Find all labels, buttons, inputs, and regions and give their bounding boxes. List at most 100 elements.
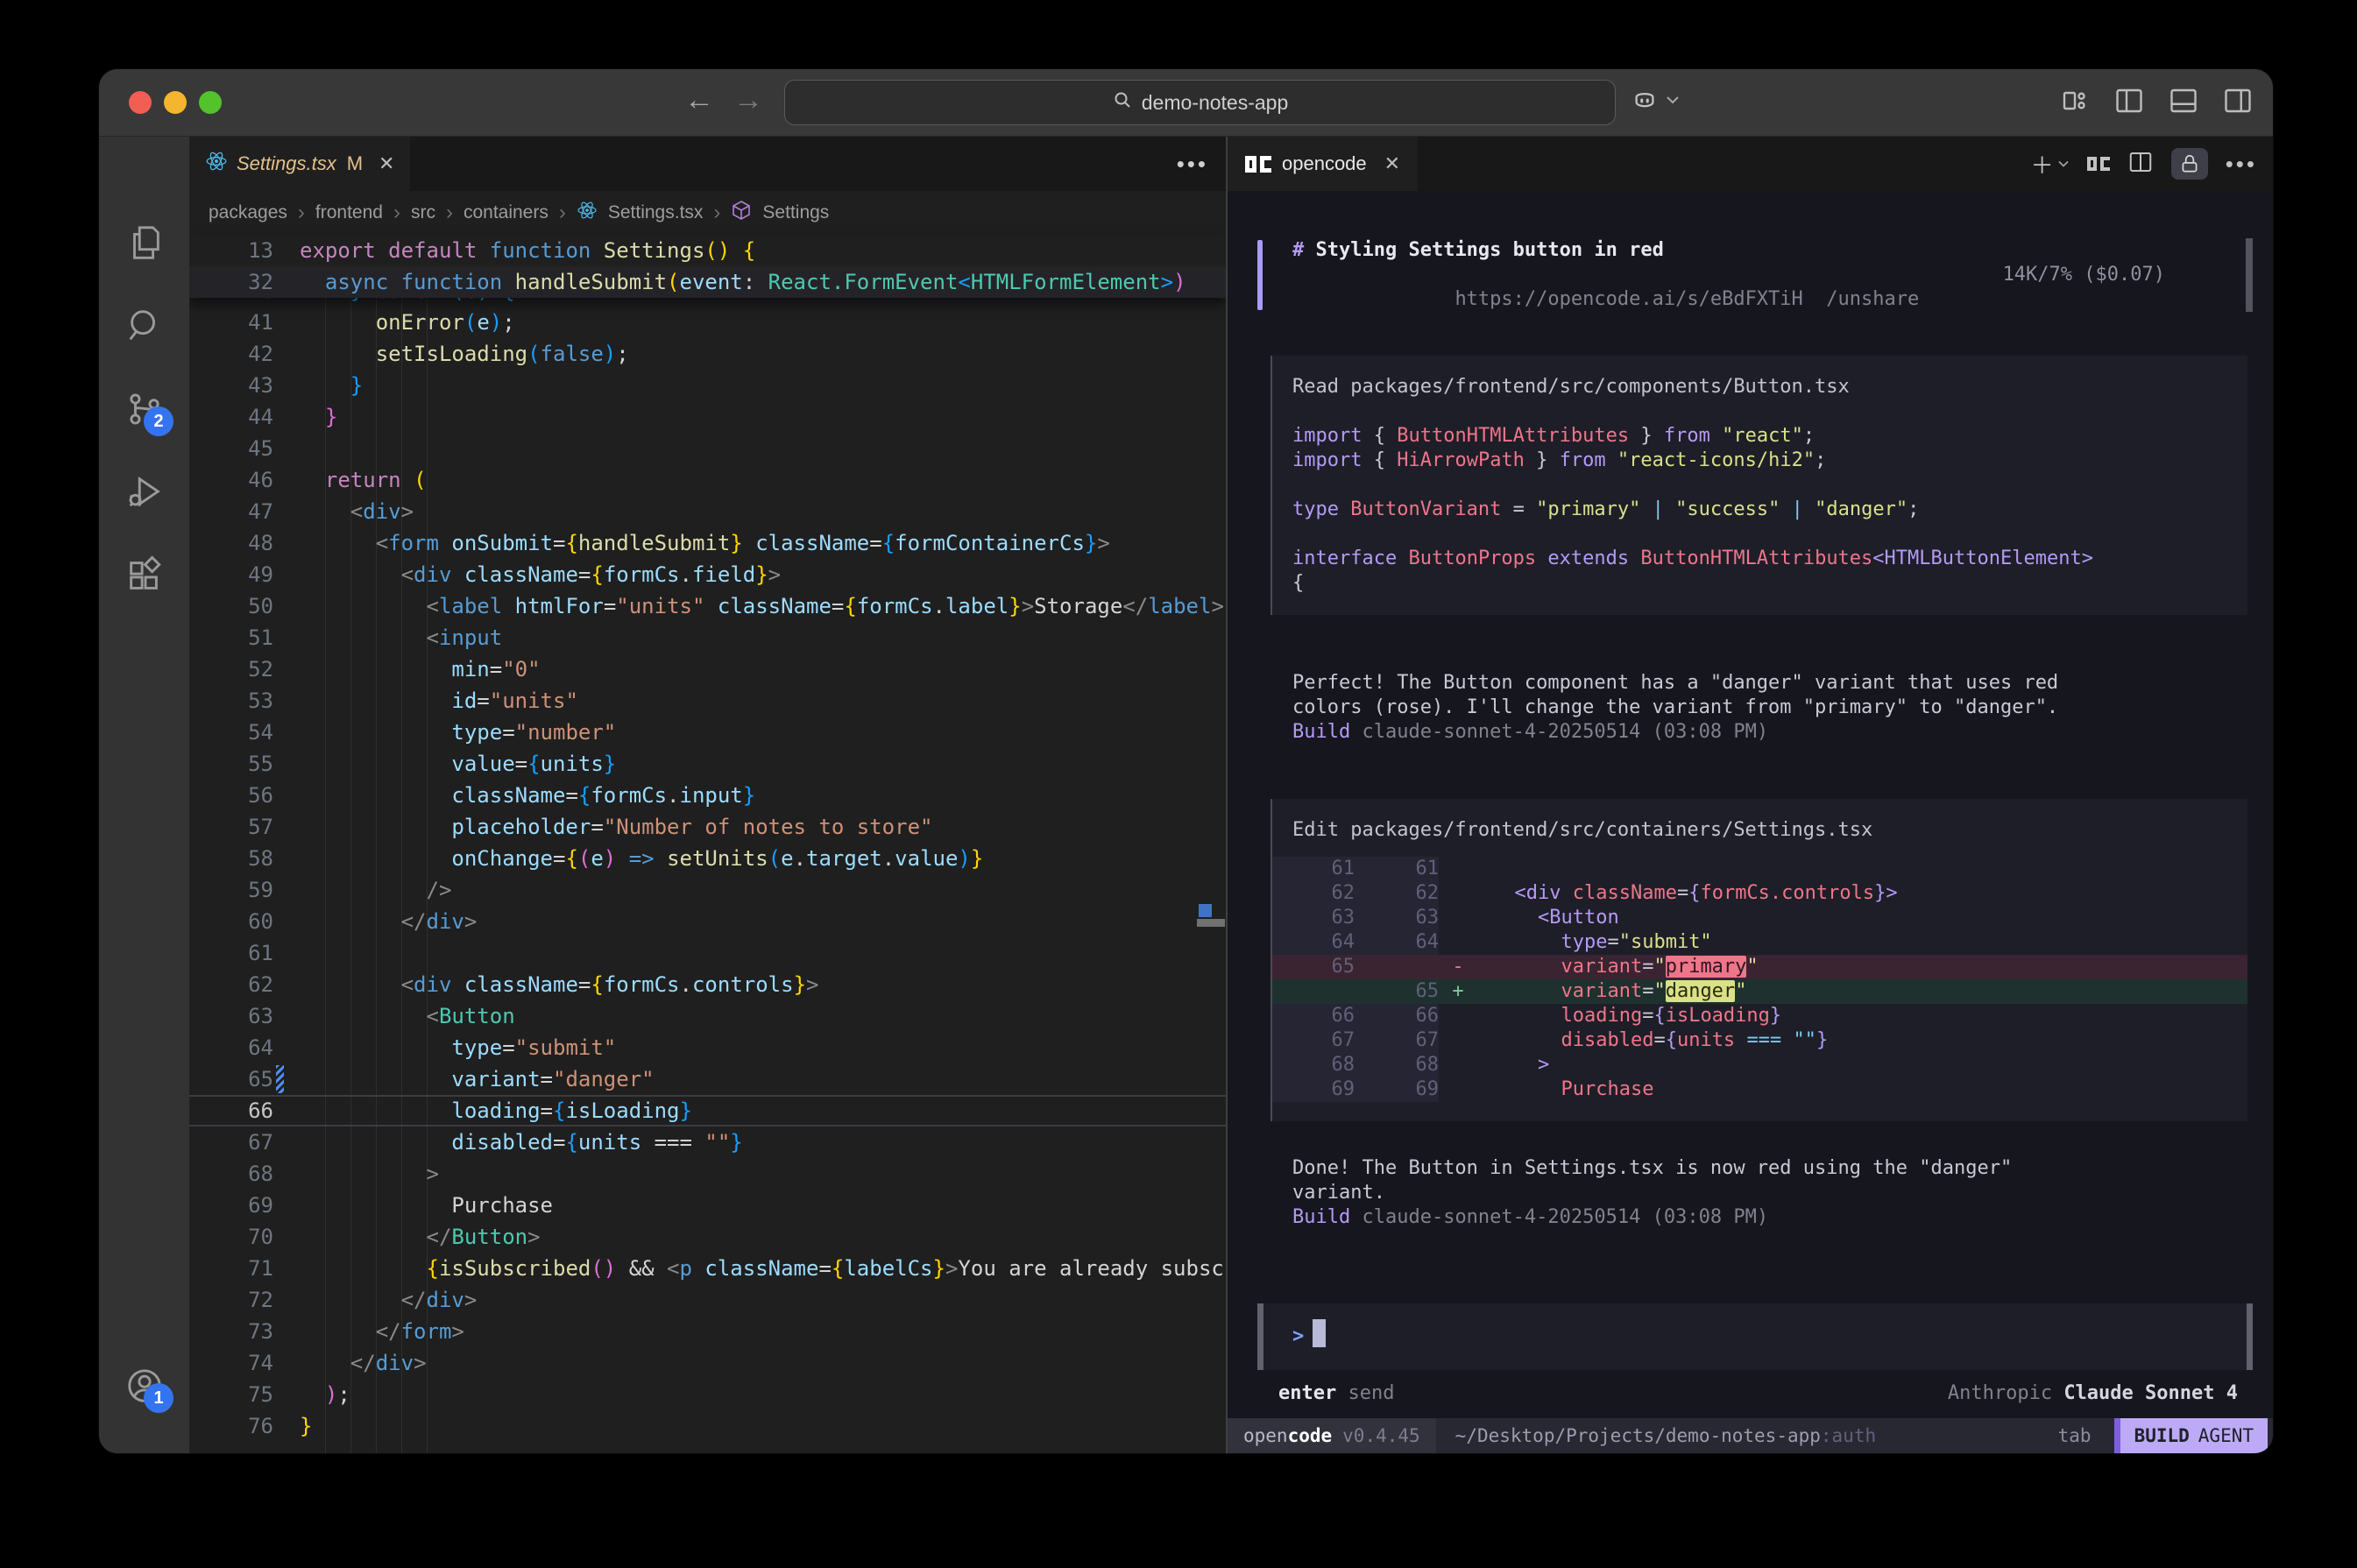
code-line: 73 </form> <box>189 1316 1226 1347</box>
breadcrumb-item[interactable]: Settings <box>762 202 829 223</box>
forward-icon[interactable]: → <box>733 83 763 117</box>
customize-layout-icon[interactable] <box>2059 85 2091 117</box>
session-title-hash: # <box>1292 239 1316 261</box>
breadcrumb-item[interactable]: packages <box>209 202 287 223</box>
split-terminal-icon[interactable] <box>2127 149 2154 180</box>
symbol-class-icon <box>731 200 752 226</box>
read-code-line: { <box>1272 571 2247 596</box>
code-line: 60 </div> <box>189 906 1226 937</box>
code-line: 53 id="units" <box>189 685 1226 717</box>
session-accent-bar <box>1257 240 1263 310</box>
panel-more-icon[interactable]: ••• <box>2226 151 2257 178</box>
code-line: 52 min="0" <box>189 653 1226 685</box>
editor-group: Settings.tsx M ✕ ••• packages› frontend›… <box>189 137 1228 1453</box>
tab-settings-tsx[interactable]: Settings.tsx M ✕ <box>189 137 410 191</box>
close-window-button[interactable] <box>129 91 152 114</box>
breadcrumb: packages› frontend› src› containers› Set… <box>189 191 1226 235</box>
enter-key-hint: enter <box>1278 1382 1336 1404</box>
settings-gear-icon[interactable]: ⚙ <box>124 1449 165 1454</box>
code-area[interactable]: 40 } catch (e) {41 onError(e);42 setIsLo… <box>189 298 1226 1453</box>
title-bar: ← → demo-notes-app <box>99 69 2273 137</box>
diff-row-ctx: 6969 Purchase <box>1272 1077 2247 1102</box>
code-line: 61 <box>189 937 1226 969</box>
opencode-terminal-profile-icon[interactable] <box>2087 157 2110 171</box>
editor-tab-bar: Settings.tsx M ✕ ••• <box>189 137 1226 191</box>
workspace-path: ~/Desktop/Projects/demo-notes-app:auth <box>1455 1425 1876 1446</box>
code-line: 42 setIsLoading(false); <box>189 338 1226 370</box>
toggle-primary-sidebar-icon[interactable] <box>2113 85 2145 117</box>
code-line: 68 > <box>189 1158 1226 1190</box>
send-hint: send <box>1336 1382 1394 1404</box>
code-line: 59 /> <box>189 874 1226 906</box>
code-line: 64 type="submit" <box>189 1032 1226 1063</box>
tab-opencode[interactable]: opencode ✕ <box>1228 137 1418 191</box>
tab-git-status: M <box>347 152 363 175</box>
read-code-line: type ButtonVariant = "primary" | "succes… <box>1272 498 2247 522</box>
accounts-icon[interactable]: 1 <box>124 1366 165 1406</box>
prompt-scrollbar-thumb[interactable] <box>2247 1303 2253 1370</box>
run-debug-icon[interactable] <box>124 472 165 512</box>
diff-row-ctx: 6262 <div className={formCs.controls}> <box>1272 881 2247 906</box>
unshare-command[interactable]: /unshare <box>1803 288 1919 310</box>
search-sidebar-icon[interactable] <box>124 306 165 346</box>
code-line: 74 </div> <box>189 1347 1226 1379</box>
source-control-icon[interactable]: 2 <box>124 389 165 429</box>
read-code-line: import { ButtonHTMLAttributes } from "re… <box>1272 424 2247 449</box>
code-line: 75 ); <box>189 1379 1226 1410</box>
agent-badge[interactable]: BUILDAGENT <box>2120 1418 2268 1453</box>
message-line: variant. <box>1292 1181 2273 1205</box>
build-meta: claude-sonnet-4-20250514 (03:08 PM) <box>1350 1206 1768 1228</box>
text-cursor <box>1313 1319 1326 1347</box>
code-line: 58 onChange={(e) => setUnits(e.target.va… <box>189 843 1226 874</box>
explorer-icon[interactable] <box>124 222 165 263</box>
new-terminal-button[interactable]: ＋ <box>2031 148 2070 180</box>
prompt-left-bar <box>1257 1303 1263 1370</box>
assistant-message: Perfect! The Button component has a "dan… <box>1292 671 2273 745</box>
search-placeholder: demo-notes-app <box>1142 91 1289 115</box>
diff-row-ctx: 6767 disabled={units === ""} <box>1272 1028 2247 1053</box>
command-center-search[interactable]: demo-notes-app <box>784 80 1616 125</box>
breadcrumb-item[interactable]: containers <box>464 202 549 223</box>
build-label: Build <box>1292 1206 1350 1228</box>
toggle-secondary-sidebar-icon[interactable] <box>2222 85 2254 117</box>
code-line: 67 disabled={units === ""} <box>189 1127 1226 1158</box>
terminal-scrollbar-thumb[interactable] <box>2246 238 2253 312</box>
model-label[interactable]: Claude Sonnet 4 <box>2063 1382 2238 1404</box>
accounts-badge: 1 <box>144 1383 173 1413</box>
diff-row-ctx: 6161 <box>1272 857 2247 881</box>
extensions-icon[interactable] <box>124 555 165 596</box>
editor-actions-more-icon[interactable]: ••• <box>1177 137 1208 191</box>
source-control-badge: 2 <box>144 406 173 436</box>
copilot-menu[interactable] <box>1631 87 1680 113</box>
provider-label: Anthropic <box>1948 1382 2063 1404</box>
breadcrumb-sep-icon: › <box>559 201 566 225</box>
panel-tab-label: opencode <box>1282 152 1367 175</box>
app-name: opencode <box>1243 1425 1332 1446</box>
opencode-terminal[interactable]: # Styling Settings button in red https:/… <box>1228 191 2273 1453</box>
search-icon <box>1112 89 1133 116</box>
diff-row-ctx: 6363 <Button <box>1272 906 2247 930</box>
minimize-window-button[interactable] <box>164 91 187 114</box>
breadcrumb-item[interactable]: Settings.tsx <box>608 202 704 223</box>
code-line: 63 <Button <box>189 1000 1226 1032</box>
tab-label: Settings.tsx <box>237 152 336 175</box>
zoom-window-button[interactable] <box>199 91 222 114</box>
sticky-scroll: 13export default function Settings() {32… <box>189 235 1226 298</box>
code-line: 51 <input <box>189 622 1226 653</box>
panel-tab-close-icon[interactable]: ✕ <box>1384 152 1400 175</box>
lock-terminal-icon[interactable] <box>2171 148 2208 180</box>
activity-bar: 2 1 ⚙ <box>99 137 189 1453</box>
code-line: 46 return ( <box>189 464 1226 496</box>
tab-close-icon[interactable]: ✕ <box>379 152 394 175</box>
code-line: 76} <box>189 1410 1226 1442</box>
tab-key-hint: tab <box>2058 1425 2092 1446</box>
breadcrumb-item[interactable]: src <box>411 202 435 223</box>
react-file-icon <box>205 150 228 178</box>
app-window: ← → demo-notes-app <box>98 68 2274 1454</box>
prompt-input[interactable]: > <box>1257 1303 2253 1370</box>
scrollbar-thumb[interactable] <box>1197 919 1225 927</box>
toggle-panel-icon[interactable] <box>2168 85 2199 117</box>
breadcrumb-item[interactable]: frontend <box>315 202 383 223</box>
back-icon[interactable]: ← <box>684 83 714 117</box>
share-url[interactable]: https://opencode.ai/s/eBdFXTiH <box>1455 288 1802 310</box>
